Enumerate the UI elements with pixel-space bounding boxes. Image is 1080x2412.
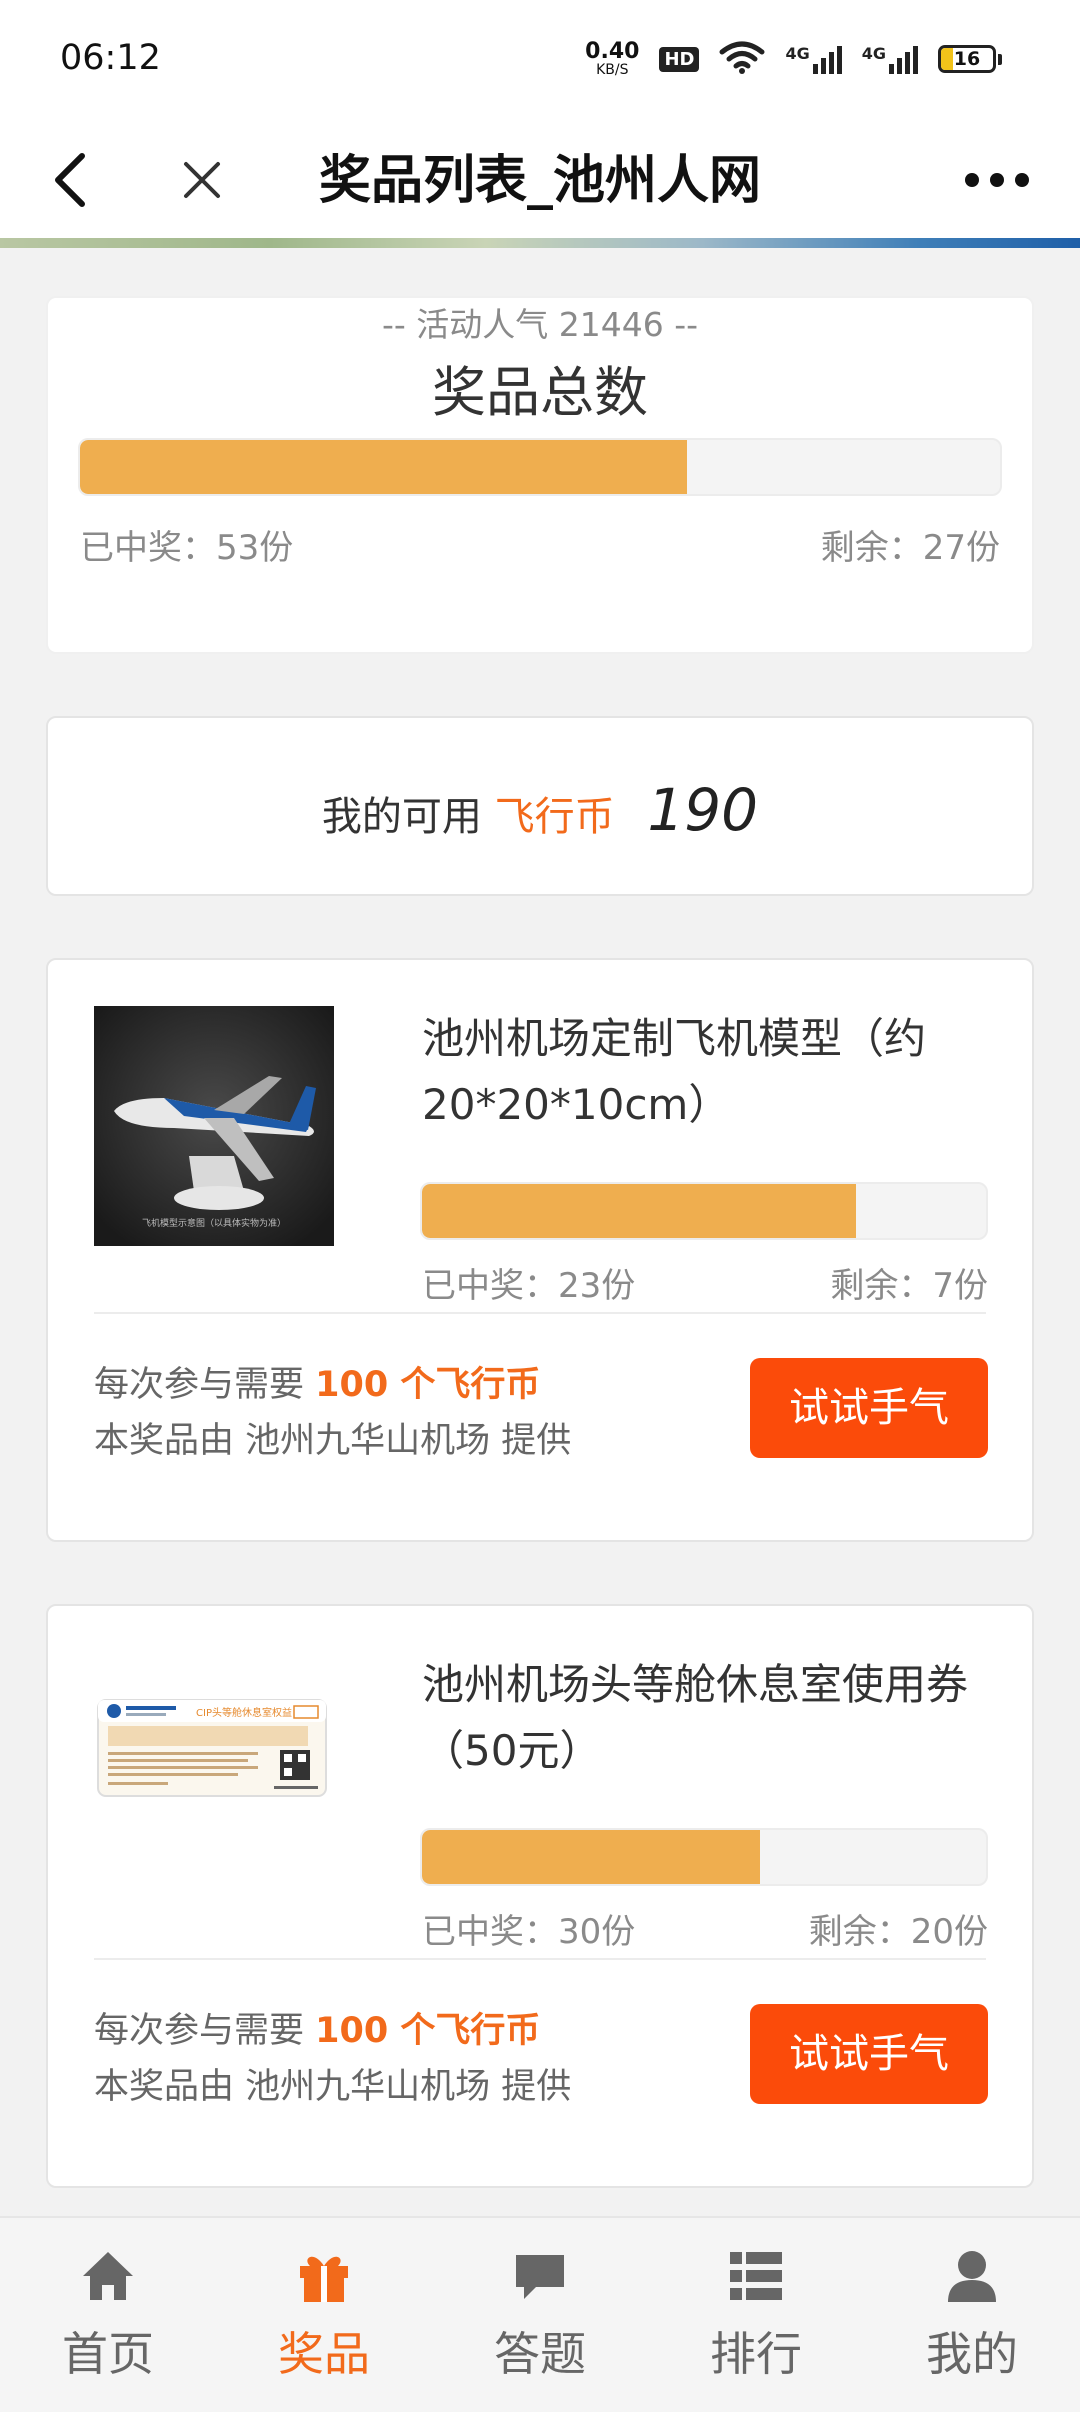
net-speed-value: 0.40 bbox=[585, 39, 640, 64]
tab-ranking[interactable]: 排行 bbox=[648, 2218, 864, 2412]
try-luck-button[interactable]: 试试手气 bbox=[750, 2004, 988, 2104]
signal-label: 4G bbox=[861, 44, 886, 63]
wifi-icon bbox=[719, 40, 765, 78]
prize-name: 池州机场头等舱休息室使用券（50元） bbox=[422, 1660, 969, 1775]
bottom-tab-bar: 首页 奖品 答题 排行 我的 bbox=[0, 2216, 1080, 2412]
tab-mine[interactable]: 我的 bbox=[864, 2218, 1080, 2412]
prize-cost: 每次参与需要 100 个飞行币 bbox=[94, 1356, 540, 1407]
tab-label: 首页 bbox=[62, 2327, 154, 2381]
home-icon bbox=[78, 2246, 138, 2306]
prize-image-airplane-model: 飞机模型示意图（以具体实物为准） bbox=[94, 1006, 334, 1246]
prize-card: CIP头等舱休息室权益 池州机场头等舱休息室使用券（50元） 已中奖：30份 剩… bbox=[46, 1604, 1034, 2188]
prize-progress-bar bbox=[420, 1828, 988, 1886]
signal-icon: 4G bbox=[785, 44, 842, 74]
activity-popularity: -- 活动人气 21446 -- bbox=[381, 305, 699, 344]
divider bbox=[94, 1958, 986, 1960]
prize-cost-value: 100 个飞行币 bbox=[315, 1365, 541, 1405]
net-speed: 0.40 KB/S bbox=[585, 39, 640, 78]
prize-cost-prefix: 每次参与需要 bbox=[94, 2011, 305, 2051]
hd-badge: HD bbox=[659, 46, 700, 72]
coin-balance-line: 我的可用 飞行币 190 bbox=[48, 776, 1032, 844]
status-time: 06:12 bbox=[60, 38, 161, 78]
divider bbox=[94, 1312, 986, 1314]
try-luck-button[interactable]: 试试手气 bbox=[750, 1358, 988, 1458]
status-bar: 06:12 0.40 KB/S HD 4G 4G 16 bbox=[0, 0, 1080, 118]
prize-won-count: 已中奖：23份 bbox=[422, 1266, 636, 1306]
net-speed-unit: KB/S bbox=[596, 62, 629, 78]
prize-cost-value: 100 个飞行币 bbox=[315, 2011, 541, 2051]
prize-cost-prefix: 每次参与需要 bbox=[94, 1365, 305, 1405]
summary-remaining-count: 剩余：27份 bbox=[820, 528, 1000, 568]
prize-progress-fill bbox=[422, 1184, 857, 1238]
prize-summary-card: 奖品总数 已中奖：53份 剩余：27份 -- 活动人气 21446 -- bbox=[46, 296, 1034, 654]
signal-label: 4G bbox=[785, 44, 810, 63]
nav-bar: 奖品列表_池州人网 bbox=[0, 118, 1080, 238]
summary-title: 奖品总数 bbox=[432, 361, 648, 424]
tab-prizes[interactable]: 奖品 bbox=[216, 2218, 432, 2412]
tab-quiz[interactable]: 答题 bbox=[432, 2218, 648, 2412]
prize-name: 池州机场定制飞机模型（约20*20*10cm） bbox=[422, 1014, 927, 1129]
summary-won-count: 已中奖：53份 bbox=[80, 528, 294, 568]
summary-progress-bar bbox=[78, 438, 1002, 496]
prize-progress-fill bbox=[422, 1830, 761, 1884]
tab-label: 排行 bbox=[710, 2327, 802, 2381]
battery-icon: 16 bbox=[938, 45, 1002, 73]
prize-progress-bar bbox=[420, 1182, 988, 1240]
signal-icon: 4G bbox=[862, 44, 918, 74]
status-indicators: 0.40 KB/S HD 4G 4G 16 bbox=[585, 40, 1002, 78]
gift-icon bbox=[294, 2246, 354, 2306]
image-caption: 飞机模型示意图（以具体实物为准） bbox=[142, 1217, 286, 1229]
tab-label: 答题 bbox=[494, 2327, 586, 2381]
prize-card: 飞机模型示意图（以具体实物为准） 池州机场定制飞机模型（约20*20*10cm）… bbox=[46, 958, 1034, 1542]
tab-label: 奖品 bbox=[278, 2327, 370, 2381]
user-icon bbox=[942, 2246, 1002, 2306]
prize-image-lounge-voucher: CIP头等舱休息室权益 bbox=[94, 1658, 334, 1818]
coin-balance-card: 我的可用 飞行币 190 bbox=[46, 716, 1034, 896]
header-banner-strip bbox=[0, 238, 1080, 248]
prize-remaining-count: 剩余：20份 bbox=[808, 1912, 988, 1952]
tab-label: 我的 bbox=[926, 2327, 1018, 2381]
list-icon bbox=[726, 2246, 786, 2306]
prize-provider: 本奖品由 池州九华山机场 提供 bbox=[94, 2067, 572, 2107]
coin-name: 飞行币 bbox=[494, 794, 615, 840]
more-button[interactable] bbox=[952, 140, 1042, 220]
battery-level: 16 bbox=[953, 48, 981, 70]
prize-won-count: 已中奖：30份 bbox=[422, 1912, 636, 1952]
summary-progress-fill bbox=[80, 440, 688, 494]
prize-provider: 本奖品由 池州九华山机场 提供 bbox=[94, 1421, 572, 1461]
chat-icon bbox=[510, 2246, 570, 2306]
page-title: 奖品列表_池州人网 bbox=[318, 151, 761, 211]
more-dots-icon bbox=[965, 173, 1029, 187]
prize-cost: 每次参与需要 100 个飞行币 bbox=[94, 2002, 540, 2053]
prize-remaining-count: 剩余：7份 bbox=[830, 1266, 988, 1306]
coin-balance-value: 190 bbox=[647, 776, 759, 844]
tab-home[interactable]: 首页 bbox=[0, 2218, 216, 2412]
voucher-caption: CIP头等舱休息室权益 bbox=[196, 1706, 292, 1719]
coin-balance-prefix: 我的可用 bbox=[321, 794, 482, 840]
